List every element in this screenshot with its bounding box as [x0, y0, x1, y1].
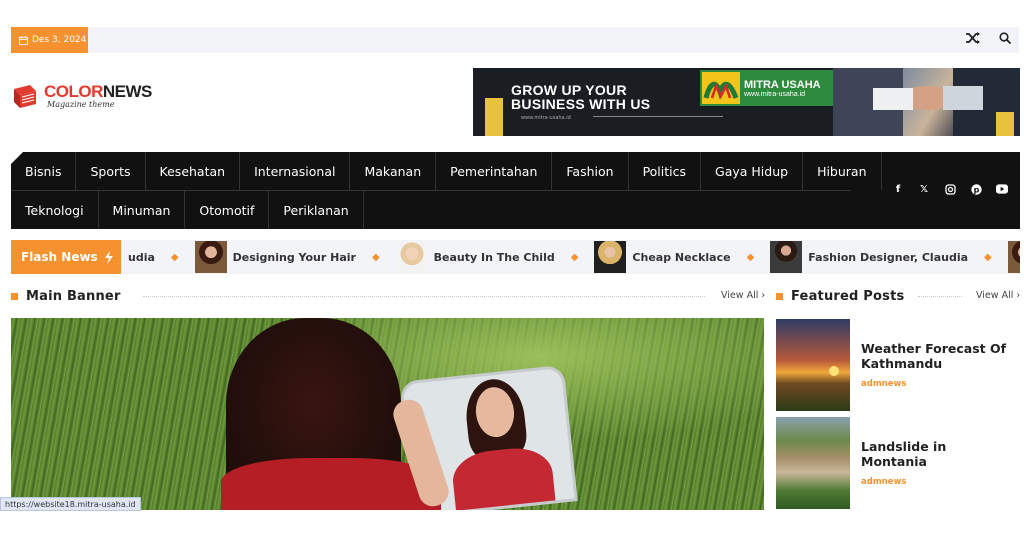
nav-item-teknologi[interactable]: Teknologi	[11, 191, 99, 229]
flash-news-item[interactable]: Cheap Necklace	[594, 241, 731, 273]
nav-item-sports[interactable]: Sports	[76, 152, 146, 190]
flash-news-title[interactable]: Designing Your Hair	[233, 251, 356, 264]
featured-post[interactable]: Weather Forecast Of Kathmandu admnews	[776, 319, 1021, 411]
ad-brand-name: MITRA USAHA	[744, 78, 821, 91]
section-marker	[11, 292, 18, 300]
nav-item-hiburan[interactable]: Hiburan	[803, 152, 882, 190]
ad-brand-url: www.mitra-usaha.id	[744, 90, 806, 98]
nav-item-kesehatan[interactable]: Kesehatan	[146, 152, 241, 190]
flash-news-title[interactable]: Cheap Necklace	[632, 251, 730, 264]
main-banner-view-all[interactable]: View All ›	[721, 290, 765, 301]
post-author[interactable]: admnews	[861, 477, 906, 487]
flash-news-items: udia ◆ Designing Your Hair ◆ Beauty In The …	[128, 240, 1020, 274]
nav-item-internasional[interactable]: Internasional	[240, 152, 351, 190]
shuffle-icon[interactable]	[965, 31, 981, 45]
flash-news-item[interactable]: Fashion Designer, Claudia	[770, 241, 968, 273]
main-banner-image[interactable]	[11, 318, 764, 510]
flash-news-label: Flash News	[11, 240, 121, 274]
flash-news-thumbnail[interactable]	[594, 241, 627, 273]
ad-accent-bar	[485, 98, 503, 136]
flash-news-thumbnail[interactable]	[395, 241, 428, 273]
main-navigation: Bisnis Sports Kesehatan Internasional Makana…	[11, 152, 1020, 229]
svg-text:p: p	[973, 185, 979, 194]
chevron-right-icon: ›	[1016, 290, 1021, 301]
main-banner-view-all-text: View All	[721, 290, 759, 301]
nav-item-otomotif[interactable]: Otomotif	[185, 191, 270, 229]
nav-item-makanan[interactable]: Makanan	[350, 152, 437, 190]
section-dotted-rule	[143, 296, 705, 297]
logo-tagline: Magazine theme	[47, 100, 115, 109]
post-thumbnail-sunset[interactable]	[776, 319, 850, 411]
ad-small-url: www.mitra-usaha.id	[521, 115, 571, 121]
nav-row-2: Teknologi Minuman Otomotif Periklanan	[11, 191, 364, 229]
social-links: f 𝕏 p	[892, 183, 1008, 195]
featured-posts-title: Featured Posts	[791, 288, 905, 304]
flash-news-thumbnail[interactable]	[770, 241, 803, 273]
flash-news-item[interactable]: Beauty In The Child	[395, 241, 555, 273]
youtube-icon[interactable]	[996, 183, 1008, 195]
red-dress-illustration	[221, 458, 441, 510]
ad-banner[interactable]: GROW UP YOUR BUSINESS WITH US www.mitra-…	[473, 68, 1020, 136]
instagram-icon[interactable]	[944, 183, 956, 195]
mitra-usaha-logo-icon	[702, 72, 740, 104]
x-icon[interactable]: 𝕏	[918, 183, 930, 195]
nav-item-gaya-hidup[interactable]: Gaya Hidup	[701, 152, 804, 190]
book-icon	[11, 83, 39, 109]
date-text: Des 3, 2024	[32, 35, 87, 45]
post-author[interactable]: admnews	[861, 379, 906, 389]
flash-news-thumbnail[interactable]	[194, 241, 227, 273]
flash-news-thumbnail[interactable]	[1007, 241, 1020, 273]
chevron-right-icon: ›	[761, 290, 766, 301]
ticker-separator-icon: ◆	[984, 251, 992, 263]
ad-divider	[593, 116, 723, 117]
calendar-icon	[19, 35, 28, 45]
ticker-separator-icon: ◆	[170, 251, 179, 263]
flash-news-item[interactable]: Design	[1007, 241, 1020, 273]
post-title[interactable]: Weather Forecast Of Kathmandu	[861, 341, 1016, 371]
ticker-separator-icon: ◆	[570, 251, 579, 263]
nav-item-pemerintahan[interactable]: Pemerintahan	[436, 152, 553, 190]
ad-handshake-image	[833, 68, 1020, 136]
logo-text-color: COLOR	[44, 82, 103, 101]
search-icon[interactable]	[999, 32, 1011, 44]
post-thumbnail-landslide[interactable]	[776, 417, 850, 509]
main-banner-title: Main Banner	[26, 288, 121, 304]
ad-brand-box: MITRA USAHA www.mitra-usaha.id	[700, 70, 834, 106]
flash-news-item[interactable]: Designing Your Hair	[194, 241, 356, 273]
post-title[interactable]: Landslide in Montania	[861, 439, 1016, 469]
flash-news-title[interactable]: Fashion Designer, Claudia	[808, 251, 968, 264]
pinterest-icon[interactable]: p	[970, 183, 982, 195]
section-dotted-rule	[918, 296, 962, 297]
featured-view-all-text: View All	[976, 290, 1014, 301]
flash-news-lead-fragment[interactable]: udia	[128, 251, 155, 264]
flash-news-title[interactable]: Beauty In The Child	[434, 251, 555, 264]
featured-posts-heading: Featured Posts	[776, 288, 904, 304]
flash-news-ticker: Flash News udia ◆ Designing Your Hair ◆ Bea…	[11, 240, 1020, 274]
nav-item-bisnis[interactable]: Bisnis	[11, 152, 77, 190]
nav-item-minuman[interactable]: Minuman	[99, 191, 186, 229]
ticker-separator-icon: ◆	[746, 251, 755, 263]
main-banner-heading: Main Banner	[11, 288, 121, 304]
nav-item-periklanan[interactable]: Periklanan	[269, 191, 364, 229]
nav-item-fashion[interactable]: Fashion	[552, 152, 629, 190]
nav-item-politics[interactable]: Politics	[629, 152, 702, 190]
browser-status-url: https://website18.mitra-usaha.id	[0, 497, 141, 511]
nav-row-1: Bisnis Sports Kesehatan Internasional Makana…	[11, 152, 882, 190]
facebook-icon[interactable]: f	[892, 183, 904, 195]
site-logo[interactable]: COLORNEWS Magazine theme	[11, 83, 152, 109]
ad-headline-2: BUSINESS WITH US	[511, 96, 651, 112]
date-badge: Des 3, 2024	[11, 27, 88, 53]
flash-news-label-text: Flash News	[21, 250, 98, 264]
ad-accent-bar-right	[996, 112, 1014, 136]
logo-text-news: NEWS	[102, 82, 153, 101]
lightning-icon	[104, 250, 113, 264]
featured-post[interactable]: Landslide in Montania admnews	[776, 417, 1021, 509]
top-bar: Des 3, 2024	[11, 27, 1019, 53]
featured-view-all[interactable]: View All ›	[976, 290, 1020, 301]
ticker-separator-icon: ◆	[371, 251, 380, 263]
section-marker	[776, 292, 783, 300]
